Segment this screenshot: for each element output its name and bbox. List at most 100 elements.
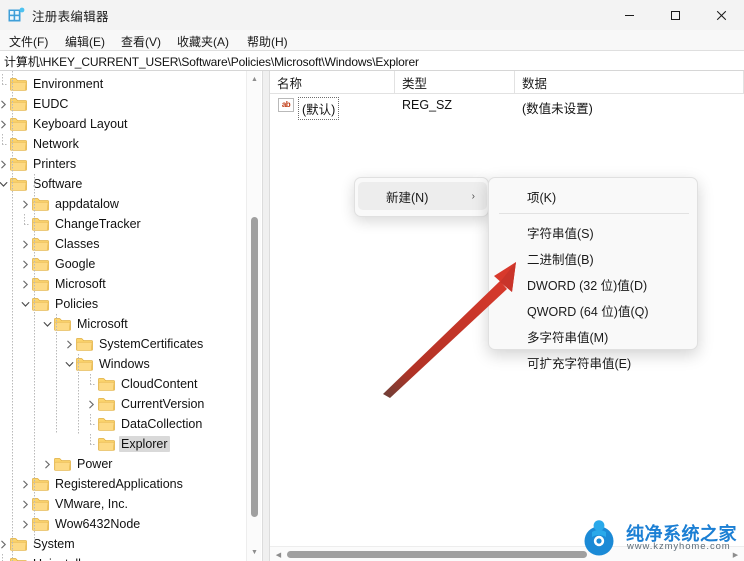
tree-node-classes[interactable]: Classes <box>0 234 262 254</box>
chevron-right-icon[interactable] <box>18 194 32 214</box>
submenu-item-6[interactable]: 可扩充字符串值(E) <box>492 349 696 375</box>
ab-string-icon: ab <box>278 98 294 112</box>
tree-guide-line <box>2 554 3 561</box>
column-header-2[interactable]: 数据 <box>515 71 744 94</box>
tree-guide-line <box>2 134 3 144</box>
tree-scrollbar-thumb[interactable] <box>251 217 258 517</box>
folder-icon <box>98 438 115 451</box>
tree-node-uninstall[interactable]: Uninstall <box>0 554 262 561</box>
scroll-up-icon[interactable]: ▲ <box>247 71 262 88</box>
registry-path: 计算机\HKEY_CURRENT_USER\Software\Policies\… <box>4 55 419 69</box>
column-header-1[interactable]: 类型 <box>395 71 515 94</box>
chevron-right-icon[interactable] <box>84 394 98 414</box>
tree-node-explorer[interactable]: Explorer <box>0 434 262 454</box>
chevron-right-icon[interactable] <box>18 234 32 254</box>
chevron-right-icon[interactable] <box>0 94 10 114</box>
folder-icon <box>98 398 115 411</box>
tree-guide-line <box>56 314 57 434</box>
chevron-right-icon[interactable] <box>18 274 32 294</box>
tree-node-label: Microsoft <box>77 317 128 331</box>
column-header-0[interactable]: 名称 <box>270 71 395 94</box>
submenu-item-2[interactable]: 二进制值(B) <box>492 245 696 271</box>
tree-node-power[interactable]: Power <box>0 454 262 474</box>
folder-icon <box>54 458 71 471</box>
menu-item-new-label: 新建(N) <box>386 190 429 205</box>
chevron-right-icon[interactable] <box>40 454 54 474</box>
tree-guide-line <box>78 354 79 434</box>
tree-node-wow6432node[interactable]: Wow6432Node <box>0 514 262 534</box>
submenu-item-1[interactable]: 字符串值(S) <box>492 219 696 245</box>
title-bar: 注册表编辑器 <box>0 0 744 30</box>
list-scrollbar-thumb[interactable] <box>287 551 587 558</box>
tree-node-label: EUDC <box>33 97 69 111</box>
tree-node-windows[interactable]: Windows <box>0 354 262 374</box>
scroll-left-icon[interactable]: ◀ <box>270 547 287 561</box>
menu-bar-item-1[interactable]: 编辑(E) <box>62 32 108 49</box>
chevron-right-icon[interactable] <box>18 514 32 534</box>
window-title: 注册表编辑器 <box>32 10 109 24</box>
menu-bar-item-0[interactable]: 文件(F) <box>6 32 51 49</box>
tree-node-network[interactable]: Network <box>0 134 262 154</box>
chevron-down-icon[interactable] <box>40 314 54 334</box>
chevron-down-icon[interactable] <box>62 354 76 374</box>
pane-splitter[interactable] <box>262 71 270 561</box>
scroll-down-icon[interactable]: ▼ <box>247 544 262 561</box>
submenu-item-0[interactable]: 项(K) <box>492 183 696 209</box>
chevron-right-icon[interactable] <box>0 534 10 554</box>
menu-item-new[interactable]: 新建(N) › <box>358 182 487 210</box>
tree-node-label: RegisteredApplications <box>55 477 183 491</box>
tree-vertical-scrollbar[interactable]: ▲ ▼ <box>246 71 261 561</box>
maximize-icon <box>670 10 680 20</box>
tree-node-systemcertificates[interactable]: SystemCertificates <box>0 334 262 354</box>
submenu-item-3[interactable]: DWORD (32 位)值(D) <box>492 271 696 297</box>
context-menu-new: 新建(N) › <box>354 177 489 217</box>
tree-node-cloudcontent[interactable]: CloudContent <box>0 374 262 394</box>
tree-node-currentversion[interactable]: CurrentVersion <box>0 394 262 414</box>
maximize-button[interactable] <box>652 0 698 30</box>
chevron-right-icon[interactable] <box>62 334 76 354</box>
tree-node-label: SystemCertificates <box>99 337 204 351</box>
tree-node-label: System <box>33 537 75 551</box>
tree-node-label: Power <box>77 457 113 471</box>
menu-bar-item-3[interactable]: 收藏夹(A) <box>174 32 232 49</box>
tree-node-microsoft[interactable]: Microsoft <box>0 314 262 334</box>
tree-guide-line <box>90 424 96 425</box>
tree-node-system[interactable]: System <box>0 534 262 554</box>
tree-node-vmware-inc[interactable]: VMware, Inc. <box>0 494 262 514</box>
tree-node-label: ChangeTracker <box>55 217 141 231</box>
chevron-right-icon[interactable] <box>0 154 10 174</box>
chevron-down-icon[interactable] <box>18 294 32 314</box>
chevron-right-icon[interactable] <box>18 474 32 494</box>
tree-node-changetracker[interactable]: ChangeTracker <box>0 214 262 234</box>
submenu-item-5[interactable]: 多字符串值(M) <box>492 323 696 349</box>
menu-bar-item-2[interactable]: 查看(V) <box>118 32 164 49</box>
tree-node-software[interactable]: Software <box>0 174 262 194</box>
chevron-down-icon[interactable] <box>0 174 10 194</box>
chevron-right-icon[interactable] <box>18 254 32 274</box>
tree-node-registeredapplications[interactable]: RegisteredApplications <box>0 474 262 494</box>
folder-icon <box>98 417 115 431</box>
tree-node-environment[interactable]: Environment <box>0 74 262 94</box>
chevron-right-icon[interactable] <box>18 494 32 514</box>
tree-node-label: Policies <box>55 297 99 311</box>
tree-node-microsoft[interactable]: Microsoft <box>0 274 262 294</box>
tree-node-datacollection[interactable]: DataCollection <box>0 414 262 434</box>
tree-node-keyboard-layout[interactable]: Keyboard Layout <box>0 114 262 134</box>
menu-bar-item-4[interactable]: 帮助(H) <box>244 32 291 49</box>
minimize-button[interactable] <box>606 0 652 30</box>
tree-guide-line <box>90 384 96 385</box>
submenu-item-4[interactable]: QWORD (64 位)值(Q) <box>492 297 696 323</box>
table-row[interactable]: ab (默认) REG_SZ (数值未设置) <box>270 94 744 120</box>
tree-node-google[interactable]: Google <box>0 254 262 274</box>
tree-node-label: Keyboard Layout <box>33 117 128 131</box>
tree-node-policies[interactable]: Policies <box>0 294 262 314</box>
chevron-right-icon[interactable] <box>0 114 10 134</box>
tree-node-label: CloudContent <box>121 377 198 391</box>
tree-node-eudc[interactable]: EUDC <box>0 94 262 114</box>
tree-node-label: DataCollection <box>121 417 203 431</box>
close-button[interactable] <box>698 0 744 30</box>
tree-node-appdatalow[interactable]: appdatalow <box>0 194 262 214</box>
address-bar[interactable]: 计算机\HKEY_CURRENT_USER\Software\Policies\… <box>0 51 744 71</box>
tree-node-printers[interactable]: Printers <box>0 154 262 174</box>
tree-node-label: Uninstall <box>31 556 83 561</box>
